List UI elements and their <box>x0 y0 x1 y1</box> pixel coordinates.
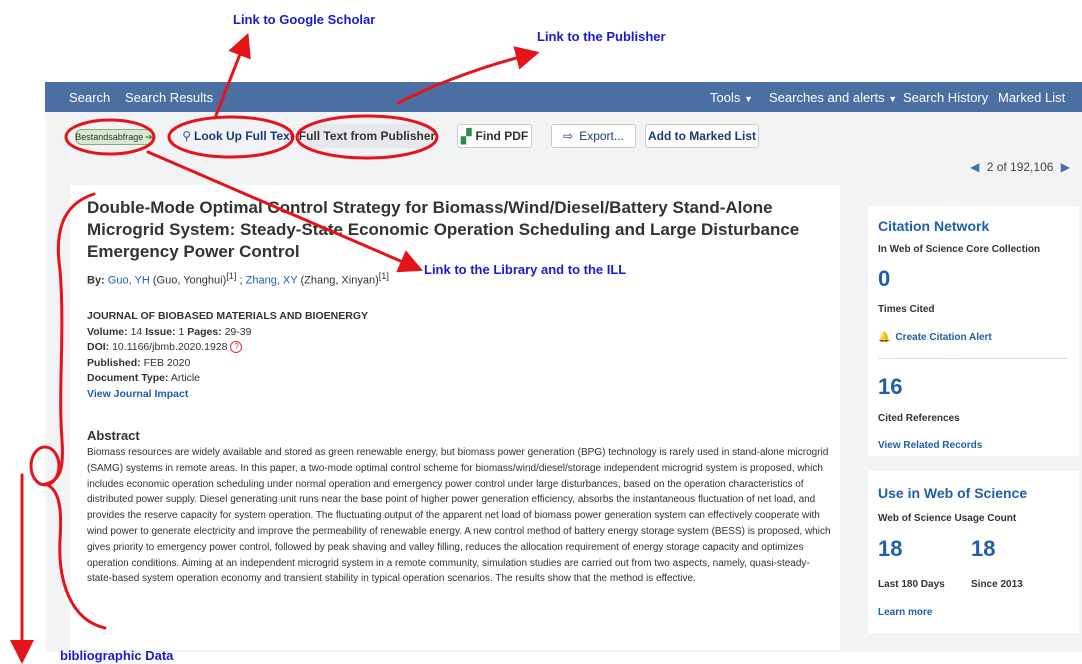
annotation-overlay <box>10 32 540 664</box>
arrow-google-scholar <box>213 32 251 120</box>
bracket-bibliographic <box>41 192 107 630</box>
circle-publisher <box>295 114 439 160</box>
arrow-publisher <box>396 46 540 105</box>
arrow-library <box>146 150 424 273</box>
circle-lookup <box>167 115 295 159</box>
circle-bracket-loop <box>29 445 61 487</box>
circle-bestand <box>64 118 156 156</box>
